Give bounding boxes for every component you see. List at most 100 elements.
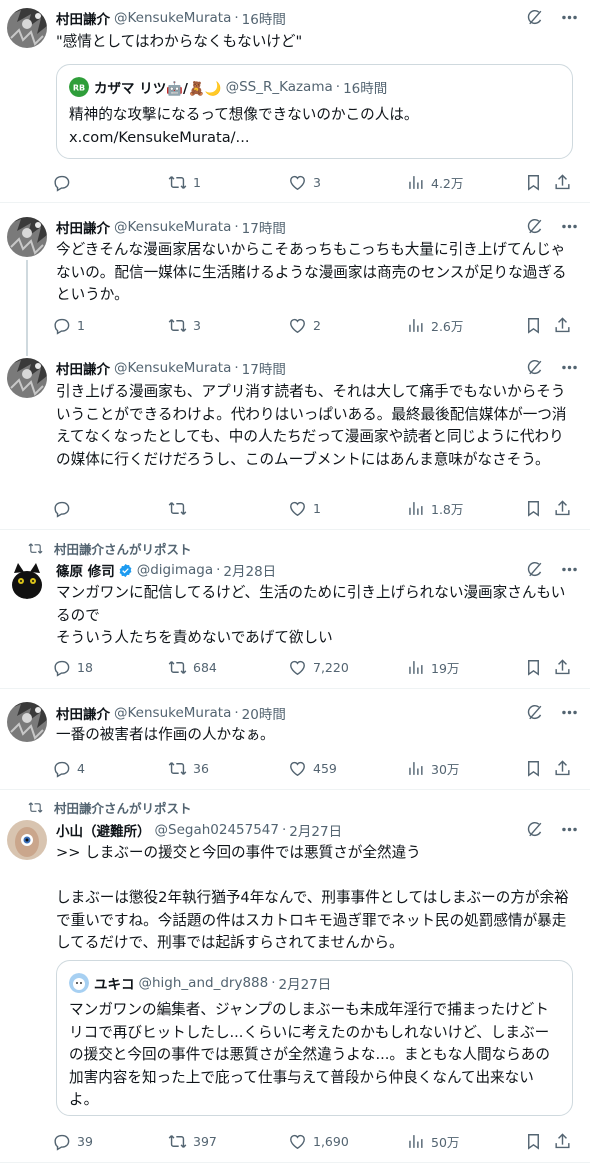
timestamp[interactable]: 2月27日 [289,820,342,840]
share-button[interactable] [553,171,572,193]
repost-icon [168,499,187,518]
timestamp[interactable]: 2月28日 [223,560,276,580]
tweet-text: "感情としてはわからなくもないけど" [56,33,303,50]
author-handle[interactable]: @KensukeMurata [114,705,231,721]
repost-button[interactable]: 36 [168,757,209,779]
repost-icon [168,658,187,677]
reply-button[interactable]: 18 [52,656,93,678]
author-name[interactable]: 村田謙介 [56,217,110,237]
divider [0,529,590,530]
grok-icon[interactable] [525,217,544,236]
separator: · [271,975,276,991]
share-button[interactable] [553,1130,572,1152]
action-bar: 1 3 2 2.6万 [52,314,574,336]
bookmark-button[interactable] [524,1130,543,1152]
repost-label-text[interactable]: 村田謙介さんがリポスト [54,539,192,558]
author-name[interactable]: 村田謙介 [56,703,110,723]
like-count: 3 [313,174,321,190]
author-handle[interactable]: @Segah02457547 [155,822,280,838]
author-handle[interactable]: @KensukeMurata [114,10,231,26]
reply-button[interactable] [52,171,77,193]
avatar[interactable] [7,559,47,599]
share-button[interactable] [553,757,572,779]
reply-button[interactable]: 4 [52,757,85,779]
quote-tweet[interactable]: RB カザマ リツ🤖/🧸🌙 @SS_R_Kazama · 16時間 精神的な攻撃… [56,64,573,159]
divider [0,688,590,689]
timestamp[interactable]: 20時間 [242,703,286,723]
bookmark-button[interactable] [524,314,543,336]
like-button[interactable]: 7,220 [288,656,349,678]
views-button[interactable]: 4.2万 [406,171,463,193]
bookmark-button[interactable] [524,656,543,678]
action-bar: 39 397 1,690 50万 [52,1130,574,1152]
more-icon[interactable] [560,217,579,236]
more-icon[interactable] [560,358,579,377]
tweet-header: 篠原 修司 @digimaga · 2月28日 [56,560,276,580]
author-handle[interactable]: @digimaga [137,562,213,578]
repost-label-text[interactable]: 村田謙介さんがリポスト [54,798,192,817]
views-button[interactable]: 50万 [406,1130,459,1152]
reply-button[interactable]: 39 [52,1130,93,1152]
quote-tweet[interactable]: ユキコ @high_and_dry888 · 2月27日 マンガワンの編集者、ジ… [56,960,573,1116]
reply-button[interactable]: 1 [52,314,85,336]
views-button[interactable]: 30万 [406,757,459,779]
more-icon[interactable] [560,560,579,579]
repost-button[interactable]: 684 [168,656,217,678]
author-handle[interactable]: @KensukeMurata [114,360,231,376]
author-name[interactable]: 村田謙介 [56,8,110,28]
reply-button[interactable] [52,497,77,519]
reply-icon [52,1132,71,1151]
share-button[interactable] [553,314,572,336]
share-button[interactable] [553,656,572,678]
author-name[interactable]: 村田謙介 [56,358,110,378]
quote-text: マンガワンの編集者、ジャンプのしまぶーも未成年淫行で捕まったけどトリコで再びヒッ… [69,1001,550,1108]
like-button[interactable]: 3 [288,171,321,193]
separator: · [234,705,239,721]
grok-icon[interactable] [525,560,544,579]
like-count: 7,220 [313,659,349,675]
share-icon [553,173,572,192]
author-name[interactable]: 小山（避難所） [56,820,151,840]
avatar[interactable] [7,8,47,48]
views-button[interactable]: 2.6万 [406,314,463,336]
repost-button[interactable]: 397 [168,1130,217,1152]
repost-icon [28,800,43,815]
like-button[interactable]: 459 [288,757,337,779]
bookmark-button[interactable] [524,757,543,779]
grok-icon[interactable] [525,8,544,27]
svg-text:RB: RB [73,84,85,93]
repost-button[interactable] [168,497,193,519]
share-button[interactable] [553,497,572,519]
timestamp[interactable]: 17時間 [242,217,286,237]
timestamp[interactable]: 17時間 [242,358,286,378]
more-icon[interactable] [560,8,579,27]
avatar[interactable] [7,702,47,742]
repost-button[interactable]: 1 [168,171,201,193]
author-name[interactable]: 篠原 修司 [56,560,115,580]
grok-icon[interactable] [525,358,544,377]
reply-icon [52,173,71,192]
like-button[interactable]: 1 [288,497,321,519]
reply-count: 1 [77,317,85,333]
bookmark-icon [524,1132,543,1151]
more-icon[interactable] [560,703,579,722]
timestamp[interactable]: 16時間 [242,8,286,28]
top-actions [525,703,579,722]
like-button[interactable]: 2 [288,314,321,336]
share-icon [553,499,572,518]
repost-button[interactable]: 3 [168,314,201,336]
grok-icon[interactable] [525,820,544,839]
avatar[interactable] [7,820,47,860]
views-button[interactable]: 19万 [406,656,459,678]
views-button[interactable]: 1.8万 [406,497,463,519]
avatar[interactable] [7,358,47,398]
more-icon[interactable] [560,820,579,839]
bookmark-button[interactable] [524,171,543,193]
bookmark-button[interactable] [524,497,543,519]
author-handle[interactable]: @KensukeMurata [114,219,231,235]
avatar [69,973,89,993]
like-button[interactable]: 1,690 [288,1130,349,1152]
avatar[interactable] [7,217,47,257]
view-count: 50万 [431,1134,460,1150]
grok-icon[interactable] [525,703,544,722]
